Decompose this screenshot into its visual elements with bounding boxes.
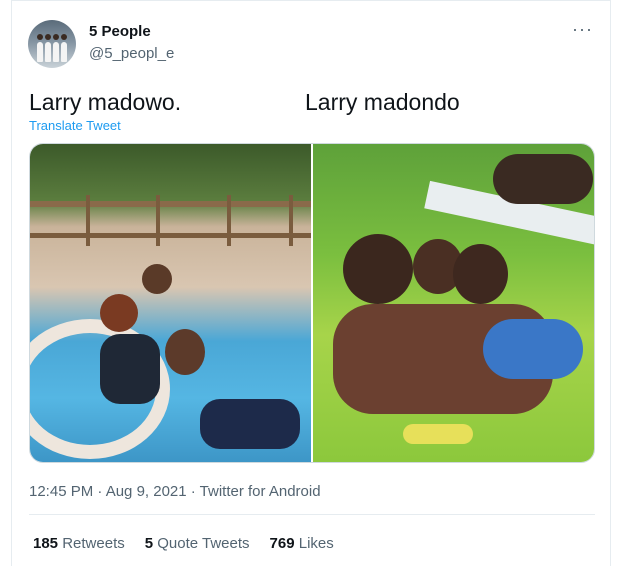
photo-person — [165, 329, 205, 375]
quote-tweets-label: Quote Tweets — [157, 535, 250, 552]
retweets-stat[interactable]: 185 Retweets — [33, 535, 125, 552]
tweet-media — [29, 143, 595, 463]
tweet-stats: 185 Retweets 5 Quote Tweets 769 Likes — [33, 535, 334, 552]
tweet-timestamp[interactable]: 12:45 PM · Aug 9, 2021 · Twitter for And… — [29, 483, 321, 500]
photo-left[interactable] — [30, 144, 311, 462]
avatar-figure — [45, 42, 51, 62]
translate-tweet-link[interactable]: Translate Tweet — [29, 118, 121, 133]
quote-tweets-count: 5 — [144, 535, 154, 552]
quote-tweets-stat[interactable]: 5 Quote Tweets — [145, 535, 250, 552]
retweets-count: 185 — [33, 535, 59, 552]
likes-stat[interactable]: 769 Likes — [270, 535, 334, 552]
photo-person — [343, 234, 413, 304]
avatar-figure — [53, 42, 59, 62]
photo-post — [156, 194, 161, 246]
avatar-figure-head — [45, 34, 51, 40]
photo-swimsuit — [100, 334, 160, 404]
author-handle[interactable]: @5_peopl_e — [89, 45, 174, 62]
likes-label: Likes — [298, 535, 334, 552]
photo-person — [142, 264, 172, 294]
tweet-text-left: Larry madowo. — [29, 89, 182, 115]
photo-post — [288, 194, 293, 246]
retweets-label: Retweets — [62, 535, 125, 552]
avatar-figure-head — [37, 34, 43, 40]
more-horizontal-icon[interactable]: ··· — [572, 20, 593, 38]
photo-railing — [30, 201, 311, 208]
photo-person — [100, 294, 138, 332]
photo-person — [453, 244, 508, 304]
photo-post — [226, 194, 231, 246]
photo-railing — [30, 233, 311, 239]
photo-swimsuit — [483, 319, 583, 379]
photo-person — [493, 154, 593, 204]
avatar[interactable] — [28, 20, 76, 68]
photo-swimsuit — [403, 424, 473, 444]
photo-shorts — [200, 399, 300, 449]
avatar-figure — [37, 42, 43, 62]
avatar-figure-head — [53, 34, 59, 40]
tweet-text-right: Larry madondo — [305, 89, 460, 115]
photo-post — [86, 194, 91, 246]
divider — [29, 514, 595, 515]
author-name[interactable]: 5 People — [89, 23, 151, 40]
likes-count: 769 — [269, 535, 295, 552]
photo-right[interactable] — [313, 144, 594, 462]
avatar-figure — [61, 42, 67, 62]
avatar-figure-head — [61, 34, 67, 40]
